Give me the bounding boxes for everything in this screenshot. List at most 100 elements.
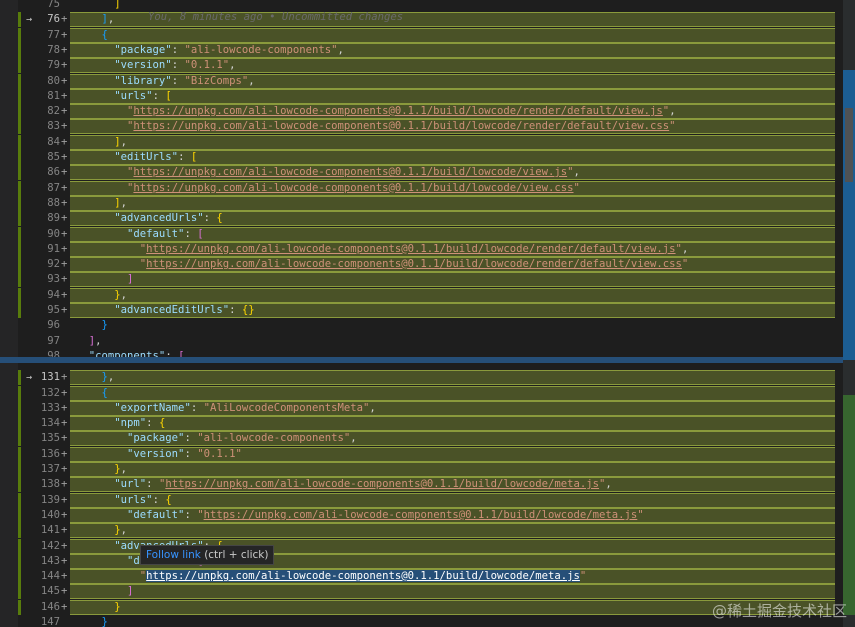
code-line[interactable]: 88 + ], <box>0 195 843 211</box>
code-text[interactable]: "version": "0.1.1" <box>76 447 242 462</box>
code-line[interactable]: 143+ "default": [ <box>0 553 843 569</box>
code-text[interactable]: }, <box>76 288 127 303</box>
line-number[interactable]: 140 <box>24 508 60 523</box>
code-text[interactable]: "npm": { <box>76 416 165 431</box>
code-text[interactable]: ], <box>76 12 115 27</box>
line-number[interactable]: 76 <box>24 12 60 27</box>
line-number[interactable]: 139 <box>24 493 60 508</box>
code-line[interactable]: 90 + "default": [ <box>0 226 843 242</box>
line-number[interactable]: 136 <box>24 447 60 462</box>
scrollbar-thumb[interactable] <box>845 108 853 182</box>
line-number[interactable]: 96 <box>24 318 60 333</box>
line-number[interactable]: 94 <box>24 288 60 303</box>
code-line[interactable]: → 131 + }, <box>0 370 843 386</box>
code-text[interactable]: "default": "https://unpkg.com/ali-lowcod… <box>76 508 644 523</box>
code-line[interactable]: 85 + "editUrls": [ <box>0 150 843 165</box>
code-text[interactable]: "url": "https://unpkg.com/ali-lowcode-co… <box>76 477 612 492</box>
line-number[interactable]: 137 <box>24 462 60 477</box>
code-line[interactable]: 79 + "version": "0.1.1", <box>0 58 843 74</box>
url-link[interactable]: https://unpkg.com/ali-lowcode-components… <box>204 509 638 521</box>
code-line[interactable]: 93 + ] <box>0 272 843 288</box>
code-text[interactable]: ], <box>76 196 127 211</box>
code-line[interactable]: 81 + "urls": [ <box>0 88 843 104</box>
url-link[interactable]: https://unpkg.com/ali-lowcode-components… <box>133 120 669 132</box>
code-text[interactable]: "https://unpkg.com/ali-lowcode-component… <box>76 569 586 584</box>
code-text[interactable]: "https://unpkg.com/ali-lowcode-component… <box>76 257 689 272</box>
diff-editor[interactable]: 75 ] → 76 + ], 77 + {78 + "package": "ali-lowc… <box>0 0 855 627</box>
code-line[interactable]: 134 + "npm": { <box>0 416 843 432</box>
code-text[interactable]: "urls": [ <box>76 89 171 104</box>
code-text[interactable]: "exportName": "AliLowcodeComponentsMeta"… <box>76 401 376 416</box>
line-number[interactable]: 89 <box>24 211 60 226</box>
code-line[interactable]: 142+ "advancedUrls": { <box>0 538 843 554</box>
line-number[interactable]: 85 <box>24 150 60 165</box>
line-number[interactable]: 91 <box>24 242 60 257</box>
line-number[interactable]: 97 <box>24 334 60 349</box>
code-line[interactable]: 133 + "exportName": "AliLowcodeComponents… <box>0 400 843 416</box>
url-link[interactable]: https://unpkg.com/ali-lowcode-components… <box>133 105 662 117</box>
line-number[interactable]: 93 <box>24 272 60 287</box>
code-text[interactable]: ], <box>76 334 102 349</box>
line-number[interactable]: 79 <box>24 58 60 73</box>
code-line[interactable]: 145 + ] <box>0 584 843 600</box>
code-text[interactable]: { <box>76 28 108 43</box>
line-number[interactable]: 92 <box>24 257 60 272</box>
line-number[interactable]: 87 <box>24 181 60 196</box>
line-number[interactable]: 82 <box>24 104 60 119</box>
line-number[interactable]: 135 <box>24 431 60 446</box>
code-line[interactable]: 91 + "https://unpkg.com/ali-lowcode-compo… <box>0 241 843 257</box>
code-text[interactable]: "https://unpkg.com/ali-lowcode-component… <box>76 181 580 196</box>
code-line[interactable]: 84 + ], <box>0 134 843 150</box>
code-line[interactable]: 94 + }, <box>0 287 843 303</box>
code-text[interactable]: "urls": { <box>76 493 171 508</box>
url-link[interactable]: https://unpkg.com/ali-lowcode-components… <box>146 243 675 255</box>
line-number[interactable]: 134 <box>24 416 60 431</box>
code-line[interactable]: 86 + "https://unpkg.com/ali-lowcode-compo… <box>0 165 843 181</box>
code-text[interactable]: { <box>76 386 108 401</box>
line-number[interactable]: 77 <box>24 28 60 43</box>
code-line[interactable]: 78 + "package": "ali-lowcode-components", <box>0 42 843 58</box>
code-line[interactable]: 97 ], <box>0 334 843 349</box>
code-line[interactable]: → 76 + ], <box>0 12 843 28</box>
code-text[interactable]: "package": "ali-lowcode-components", <box>76 431 357 446</box>
code-line[interactable]: 75 ] <box>0 0 843 12</box>
url-link[interactable]: https://unpkg.com/ali-lowcode-components… <box>133 182 573 194</box>
code-text[interactable]: }, <box>76 370 115 385</box>
code-line[interactable]: 87 + "https://unpkg.com/ali-lowcode-compo… <box>0 180 843 196</box>
code-line[interactable]: 140 + "default": "https://unpkg.com/ali-l… <box>0 507 843 523</box>
tooltip-follow-link[interactable]: Follow link <box>146 549 201 561</box>
code-line[interactable]: 141 + }, <box>0 523 843 539</box>
code-line[interactable]: 95 + "advancedEditUrls": {} <box>0 303 843 318</box>
selected-url-link[interactable]: https://unpkg.com/ali-lowcode-components… <box>146 570 580 583</box>
code-line[interactable]: 144 + "https://unpkg.com/ali-lowcode-comp… <box>0 569 843 585</box>
code-text[interactable]: "package": "ali-lowcode-components", <box>76 43 344 58</box>
line-number[interactable]: 132 <box>24 386 60 401</box>
code-line[interactable]: 139 + "urls": { <box>0 492 843 508</box>
code-line[interactable]: 83 + "https://unpkg.com/ali-lowcode-compo… <box>0 119 843 135</box>
line-number[interactable]: 84 <box>24 135 60 150</box>
line-number[interactable]: 78 <box>24 43 60 58</box>
code-line[interactable]: 96 } <box>0 318 843 333</box>
code-line[interactable]: 82 + "https://unpkg.com/ali-lowcode-compo… <box>0 104 843 120</box>
code-line[interactable]: 92 + "https://unpkg.com/ali-lowcode-compo… <box>0 257 843 273</box>
code-text[interactable]: "version": "0.1.1", <box>76 58 235 73</box>
code-text[interactable]: } <box>76 318 108 333</box>
code-line[interactable]: 137 + }, <box>0 462 843 477</box>
url-link[interactable]: https://unpkg.com/ali-lowcode-components… <box>146 258 682 270</box>
line-number[interactable]: 145 <box>24 584 60 599</box>
line-number[interactable]: 143 <box>24 554 60 569</box>
code-line[interactable]: 132 + { <box>0 385 843 401</box>
code-text[interactable]: ] <box>76 272 133 287</box>
line-number[interactable]: 90 <box>24 227 60 242</box>
line-number[interactable]: 75 <box>24 0 60 12</box>
code-text[interactable]: }, <box>76 523 127 538</box>
line-number[interactable]: 141 <box>24 523 60 538</box>
code-line[interactable]: 135 + "package": "ali-lowcode-components"… <box>0 431 843 447</box>
line-number[interactable]: 144 <box>24 569 60 584</box>
code-text[interactable]: }, <box>76 462 127 477</box>
code-text[interactable]: "editUrls": [ <box>76 150 197 165</box>
code-text[interactable]: "advancedUrls": { <box>76 211 222 226</box>
url-link[interactable]: https://unpkg.com/ali-lowcode-components… <box>165 478 599 490</box>
line-number[interactable]: 86 <box>24 165 60 180</box>
line-number[interactable]: 146 <box>24 600 60 615</box>
